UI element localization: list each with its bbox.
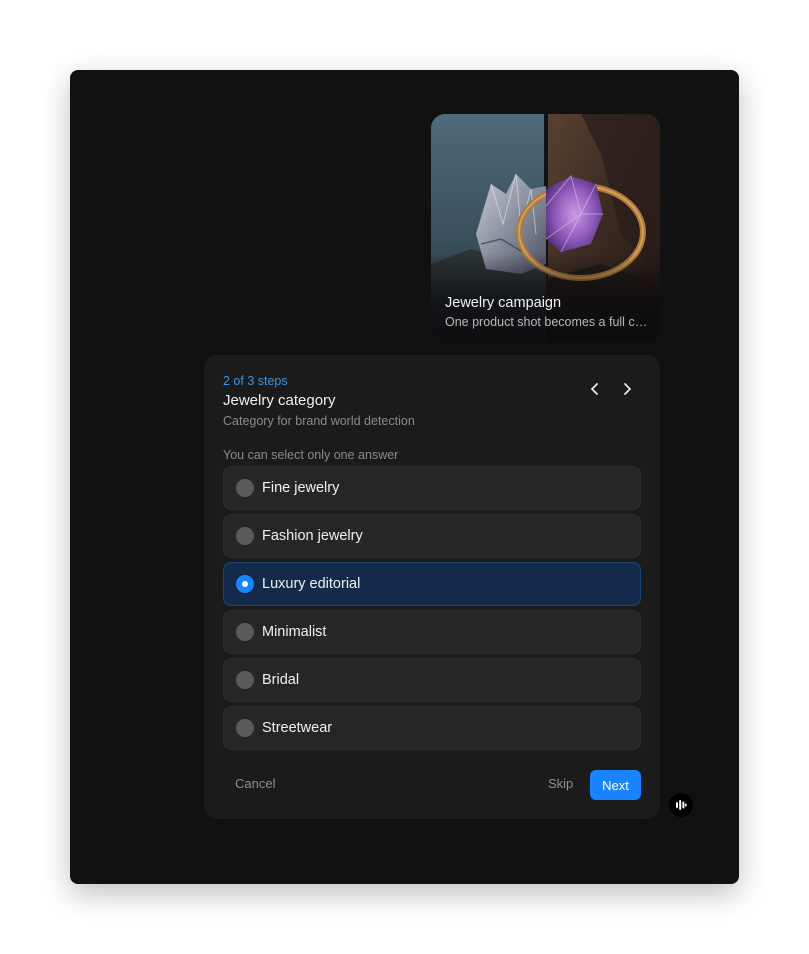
radio-button[interactable] bbox=[236, 623, 254, 641]
option-luxury-editorial[interactable]: Luxury editorial bbox=[223, 562, 641, 606]
app-window: Jewelry campaign One product shot become… bbox=[70, 70, 739, 884]
step-indicator: 2 of 3 steps bbox=[223, 374, 288, 388]
next-step-button[interactable] bbox=[617, 379, 637, 399]
next-button[interactable]: Next bbox=[590, 770, 641, 800]
option-bridal[interactable]: Bridal bbox=[223, 658, 641, 702]
previous-step-button[interactable] bbox=[585, 379, 605, 399]
chevron-right-icon bbox=[624, 383, 631, 395]
radio-button[interactable] bbox=[236, 671, 254, 689]
media-card-title: Jewelry campaign bbox=[445, 295, 562, 311]
option-streetwear[interactable]: Streetwear bbox=[223, 706, 641, 750]
option-label: Streetwear bbox=[262, 720, 333, 736]
skip-button[interactable]: Skip bbox=[548, 776, 573, 791]
option-fashion-jewelry[interactable]: Fashion jewelry bbox=[223, 514, 641, 558]
option-minimalist[interactable]: Minimalist bbox=[223, 610, 641, 654]
options-list: Fine jewelry Fashion jewelry Luxury edit… bbox=[223, 466, 641, 754]
option-label: Minimalist bbox=[262, 624, 327, 640]
chevron-left-icon bbox=[591, 383, 598, 395]
option-label: Bridal bbox=[262, 672, 300, 688]
radio-button[interactable] bbox=[236, 719, 254, 737]
cancel-button[interactable]: Cancel bbox=[235, 776, 275, 791]
option-label: Fine jewelry bbox=[262, 480, 340, 496]
radio-button-selected[interactable] bbox=[236, 575, 254, 593]
audio-bars-icon bbox=[676, 800, 687, 810]
option-label: Fashion jewelry bbox=[262, 528, 363, 544]
radio-button[interactable] bbox=[236, 527, 254, 545]
campaign-media-card[interactable]: Jewelry campaign One product shot become… bbox=[431, 114, 660, 343]
media-card-subtitle: One product shot becomes a full campaign bbox=[445, 315, 650, 329]
question-title: Jewelry category bbox=[223, 392, 336, 409]
option-fine-jewelry[interactable]: Fine jewelry bbox=[223, 466, 641, 510]
question-description: Category for brand world detection bbox=[223, 414, 415, 428]
option-label: Luxury editorial bbox=[262, 576, 361, 592]
question-panel: 2 of 3 steps Jewelry category Category f… bbox=[204, 355, 660, 819]
selection-hint: You can select only one answer bbox=[223, 448, 399, 462]
radio-button[interactable] bbox=[236, 479, 254, 497]
assistant-button[interactable] bbox=[669, 793, 693, 817]
